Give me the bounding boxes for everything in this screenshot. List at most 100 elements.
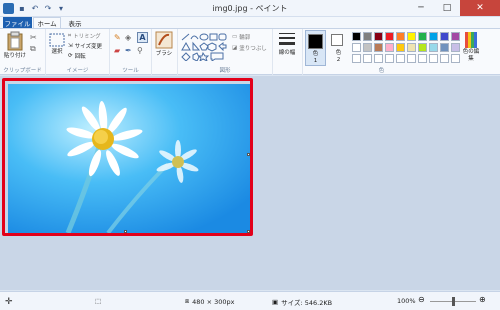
image-canvas[interactable] (8, 84, 250, 233)
size-group: 線の幅 (273, 29, 303, 75)
pencil-icon[interactable]: ✎ (114, 33, 121, 42)
close-button[interactable]: ✕ (460, 0, 500, 16)
palette-swatch[interactable] (385, 43, 394, 52)
palette-swatch[interactable] (407, 32, 416, 41)
ribbon: 貼り付け ✂ ⧉ クリップボード 選択 ⌗ トリミング ⇲ サイズ変更 ⟳ 回転… (0, 28, 500, 75)
palette-swatch[interactable] (352, 54, 361, 63)
color1-button[interactable]: 色 1 (305, 30, 326, 66)
shapes-group: ▭ 輪郭 ◪ 塗りつぶし 図形 (178, 29, 273, 75)
palette-swatch[interactable] (363, 54, 372, 63)
palette-swatch[interactable] (429, 43, 438, 52)
color1-label: 色 1 (312, 51, 319, 64)
palette-swatch[interactable] (451, 54, 460, 63)
file-size: ▣ サイズ: 546.2KB (272, 297, 332, 307)
rotate-label: 回転 (74, 54, 86, 60)
edit-colors-label: 色の編集 (462, 49, 480, 62)
tools-group: ✎ ◈ A ▰ ✒ ⚲ ツール (110, 29, 152, 75)
maximize-button[interactable]: □ (434, 0, 460, 16)
tab-home[interactable]: ホーム (33, 17, 61, 28)
shapes-gallery-icon[interactable] (181, 33, 227, 61)
resize-handle-bottom[interactable] (124, 230, 127, 233)
paint-window: ▪ ↶ ↷ ▾ img0.jpg - ペイント ─ □ ✕ ファイル ホーム 表… (0, 0, 500, 310)
fill-shape-icon: ◪ (232, 45, 238, 51)
color2-button[interactable]: 色 2 (328, 30, 349, 66)
colors-group: 色 1 色 2 色の編集 色 (303, 29, 500, 75)
fill-button[interactable]: ◪ 塗りつぶし (232, 44, 267, 52)
tab-view[interactable]: 表示 (64, 17, 86, 28)
fill-label: 塗りつぶし (239, 46, 267, 52)
selection-highlight (2, 78, 253, 236)
tab-file[interactable]: ファイル (3, 17, 32, 28)
palette-swatch[interactable] (451, 32, 460, 41)
rotate-button[interactable]: ⟳ 回転 (68, 52, 86, 60)
dimensions-icon: ⧈ (185, 297, 190, 305)
palette-swatch[interactable] (396, 43, 405, 52)
brush-button[interactable]: ブラシ (155, 31, 173, 57)
cut-icon[interactable]: ✂ (30, 33, 37, 42)
dimensions-text: 480 × 300px (192, 297, 235, 306)
clipboard-group: 貼り付け ✂ ⧉ クリップボード (0, 29, 46, 75)
resize-button[interactable]: ⇲ サイズ変更 (68, 42, 102, 50)
text-tool-icon[interactable]: A (137, 32, 148, 43)
select-button[interactable]: 選択 (49, 33, 65, 55)
palette-swatch[interactable] (374, 32, 383, 41)
daisy-photo-image (8, 84, 250, 233)
magnifier-icon[interactable]: ⚲ (137, 46, 143, 55)
size-label: 線の幅 (278, 50, 296, 56)
zoom-out-icon[interactable]: ⊖ (418, 295, 425, 304)
minimize-button[interactable]: ─ (408, 0, 434, 16)
color2-swatch (331, 34, 343, 46)
canvas-workspace (0, 76, 500, 290)
palette-swatch[interactable] (440, 54, 449, 63)
outline-button[interactable]: ▭ 輪郭 (232, 33, 250, 41)
fill-icon[interactable]: ◈ (125, 33, 131, 42)
palette-swatch[interactable] (385, 32, 394, 41)
shapes-group-label: 図形 (219, 68, 231, 74)
select-icon (49, 33, 65, 47)
color2-label: 色 2 (335, 50, 342, 63)
palette-swatch[interactable] (396, 32, 405, 41)
line-width-icon (279, 33, 295, 45)
tools-group-label: ツール (122, 68, 139, 74)
size-button[interactable]: 線の幅 (278, 32, 296, 56)
palette-swatch[interactable] (418, 54, 427, 63)
palette-swatch[interactable] (363, 32, 372, 41)
color-picker-icon[interactable]: ✒ (125, 46, 132, 55)
palette-swatch[interactable] (352, 43, 361, 52)
crop-button[interactable]: ⌗ トリミング (68, 32, 101, 41)
palette-swatch[interactable] (418, 32, 427, 41)
palette-swatch[interactable] (363, 43, 372, 52)
edit-colors-button[interactable]: 色の編集 (461, 31, 481, 63)
outline-icon: ▭ (232, 34, 238, 40)
zoom-in-icon[interactable]: ⊕ (479, 295, 486, 304)
copy-icon[interactable]: ⧉ (30, 44, 36, 54)
image-group-label: イメージ (66, 68, 89, 74)
eraser-icon[interactable]: ▰ (114, 46, 120, 55)
brush-icon (155, 31, 173, 49)
title-bar: ▪ ↶ ↷ ▾ img0.jpg - ペイント ─ □ ✕ (0, 0, 500, 17)
palette-swatch[interactable] (374, 54, 383, 63)
palette-swatch[interactable] (451, 43, 460, 52)
palette-swatch[interactable] (418, 43, 427, 52)
image-group: 選択 ⌗ トリミング ⇲ サイズ変更 ⟳ 回転 イメージ (46, 29, 110, 75)
zoom-slider-thumb[interactable] (451, 297, 455, 306)
resize-handle-right[interactable] (247, 153, 250, 156)
resize-handle-corner[interactable] (247, 230, 250, 233)
status-bar: ✛ ⬚ ⧈ 480 × 300px ▣ サイズ: 546.2KB 100% ⊖ … (0, 291, 500, 310)
palette-swatch[interactable] (374, 43, 383, 52)
file-size-text: サイズ: 546.2KB (281, 299, 333, 307)
palette-swatch[interactable] (440, 43, 449, 52)
select-label: 選択 (51, 49, 63, 55)
palette-swatch[interactable] (396, 54, 405, 63)
clipboard-group-label: クリップボード (3, 68, 42, 74)
palette-swatch[interactable] (407, 43, 416, 52)
crop-icon: ⌗ (68, 32, 72, 39)
palette-swatch[interactable] (352, 32, 361, 41)
palette-swatch[interactable] (440, 32, 449, 41)
paste-button[interactable]: 貼り付け (4, 31, 26, 59)
image-dimensions: ⧈ 480 × 300px (185, 297, 235, 306)
palette-swatch[interactable] (429, 54, 438, 63)
palette-swatch[interactable] (385, 54, 394, 63)
palette-swatch[interactable] (407, 54, 416, 63)
palette-swatch[interactable] (429, 32, 438, 41)
